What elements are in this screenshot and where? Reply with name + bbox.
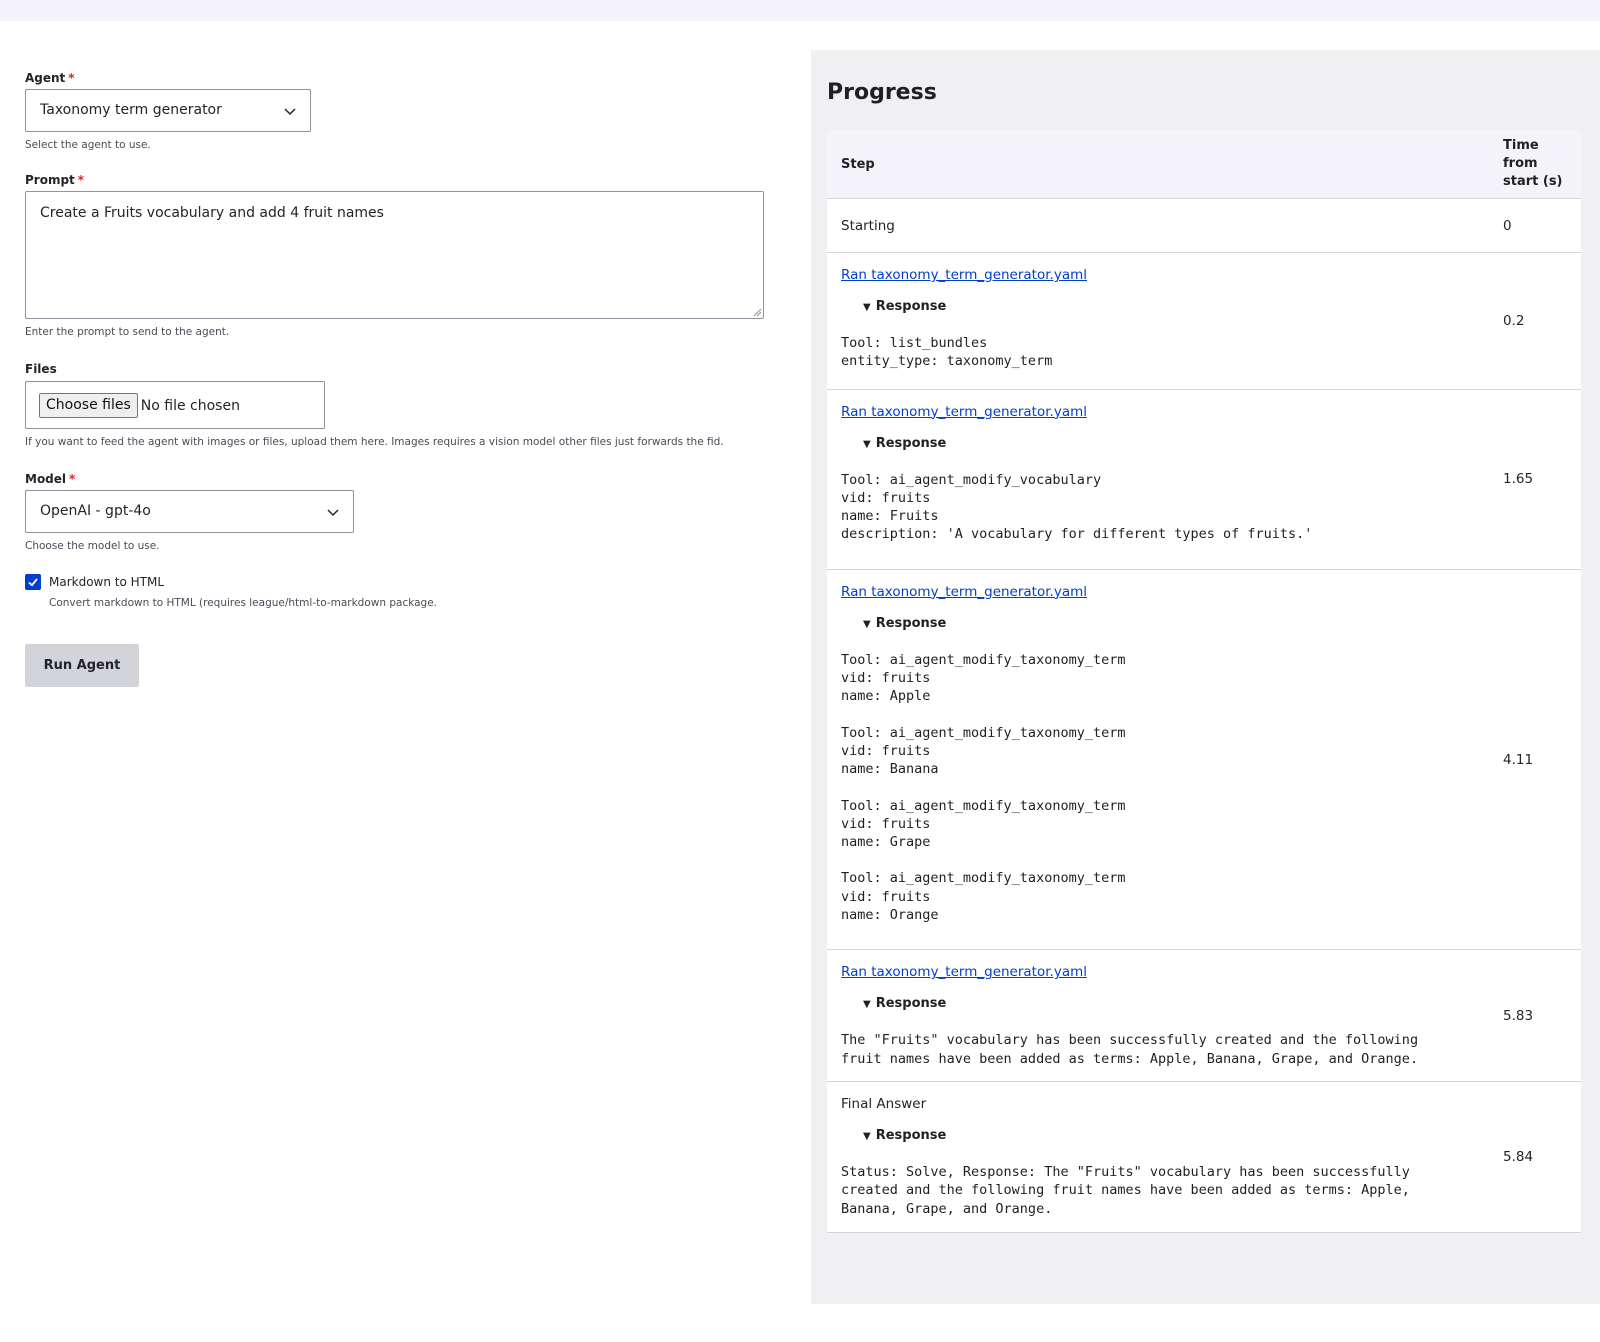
time-value: 0 xyxy=(1503,217,1512,234)
top-bar xyxy=(0,0,1600,21)
model-description: Choose the model to use. xyxy=(25,540,160,552)
table-row: Ran taxonomy_term_generator.yaml ▼ Respon… xyxy=(827,253,1581,390)
triangle-down-icon: ▼ xyxy=(863,618,871,630)
triangle-down-icon: ▼ xyxy=(863,438,871,450)
agent-run-form: Agent * Taxonomy term generator Select th… xyxy=(25,70,785,687)
response-toggle[interactable]: ▼ Response xyxy=(863,616,1503,631)
time-value: 4.11 xyxy=(1503,751,1534,768)
agent-select-value: Taxonomy term generator xyxy=(40,102,222,118)
files-description: If you want to feed the agent with image… xyxy=(25,436,724,448)
checkmark-icon xyxy=(28,578,38,587)
run-agent-button[interactable]: Run Agent xyxy=(25,644,139,687)
prompt-value: Create a Fruits vocabulary and add 4 fru… xyxy=(40,205,384,221)
markdown-option[interactable]: Markdown to HTML xyxy=(25,573,785,591)
response-code: Tool: ai_agent_modify_taxonomy_term vid:… xyxy=(841,651,1126,705)
triangle-down-icon: ▼ xyxy=(863,302,871,313)
table-row: Final Answer ▼ Response Status: Solve, Re… xyxy=(827,1082,1581,1233)
markdown-label: Markdown to HTML xyxy=(49,575,165,589)
response-code: The "Fruits" vocabulary has been success… xyxy=(841,1032,1419,1067)
progress-title: Progress xyxy=(827,80,937,105)
choose-files-button[interactable]: Choose files xyxy=(39,393,138,418)
triangle-down-icon: ▼ xyxy=(863,1130,871,1142)
time-value: 0.2 xyxy=(1503,312,1525,329)
response-toggle[interactable]: ▼ Response xyxy=(863,1128,1503,1143)
step-link[interactable]: Ran taxonomy_term_generator.yaml xyxy=(841,964,1087,980)
time-value: 5.84 xyxy=(1503,1148,1534,1165)
table-row: Ran taxonomy_term_generator.yaml ▼ Respon… xyxy=(827,570,1581,951)
file-upload-field[interactable]: Choose files No file chosen xyxy=(25,381,325,429)
model-select-value: OpenAI - gpt-4o xyxy=(40,503,151,519)
agent-description: Select the agent to use. xyxy=(25,139,151,151)
progress-panel: Progress Step Time from start (s) Starting… xyxy=(811,50,1600,1304)
model-label: Model * xyxy=(25,472,76,486)
response-code: Tool: ai_agent_modify_taxonomy_term vid:… xyxy=(841,724,1126,778)
table-header: Step Time from start (s) xyxy=(827,130,1581,199)
response-toggle[interactable]: ▼ Response xyxy=(863,299,1503,314)
progress-table: Step Time from start (s) Starting 0 Ran ta… xyxy=(827,130,1581,1233)
required-marker: * xyxy=(69,472,76,486)
model-select[interactable]: OpenAI - gpt-4o xyxy=(25,490,354,533)
response-toggle[interactable]: ▼ Response xyxy=(863,996,1503,1011)
prompt-label: Prompt * xyxy=(25,173,85,187)
response-code: Tool: ai_agent_modify_taxonomy_term vid:… xyxy=(841,797,1126,851)
column-header-time: Time from start (s) xyxy=(1503,138,1563,189)
column-header-step: Step xyxy=(841,156,875,172)
response-code: Tool: list_bundles entity_type: taxonomy… xyxy=(841,335,1053,370)
step-link[interactable]: Ran taxonomy_term_generator.yaml xyxy=(841,584,1087,600)
step-link[interactable]: Ran taxonomy_term_generator.yaml xyxy=(841,267,1087,283)
agent-select[interactable]: Taxonomy term generator xyxy=(25,89,311,132)
time-value: 1.65 xyxy=(1503,471,1534,488)
response-toggle[interactable]: ▼ Response xyxy=(863,436,1503,451)
table-row: Starting 0 xyxy=(827,199,1581,253)
file-status: No file chosen xyxy=(140,397,240,414)
step-text: Final Answer xyxy=(841,1095,927,1112)
required-marker: * xyxy=(68,71,75,85)
table-row: Ran taxonomy_term_generator.yaml ▼ Respon… xyxy=(827,390,1581,570)
resize-grip-icon[interactable] xyxy=(752,307,762,317)
time-value: 5.83 xyxy=(1503,1007,1534,1024)
table-row: Ran taxonomy_term_generator.yaml ▼ Respon… xyxy=(827,950,1581,1082)
prompt-textarea[interactable]: Create a Fruits vocabulary and add 4 fru… xyxy=(25,191,764,319)
triangle-down-icon: ▼ xyxy=(863,999,871,1011)
prompt-description: Enter the prompt to send to the agent. xyxy=(25,326,230,338)
chevron-down-icon xyxy=(284,108,296,116)
files-label: Files xyxy=(25,362,57,376)
agent-label: Agent * xyxy=(25,71,75,85)
response-code: Status: Solve, Response: The "Fruits" vo… xyxy=(841,1163,1410,1217)
response-code: Tool: ai_agent_modify_taxonomy_term vid:… xyxy=(841,870,1126,924)
response-code: Tool: ai_agent_modify_vocabulary vid: fr… xyxy=(841,471,1313,543)
step-text: Starting xyxy=(841,218,895,234)
required-marker: * xyxy=(77,173,85,187)
markdown-checkbox[interactable] xyxy=(25,574,41,590)
step-link[interactable]: Ran taxonomy_term_generator.yaml xyxy=(841,404,1087,420)
chevron-down-icon xyxy=(327,509,339,517)
markdown-description: Convert markdown to HTML (requires leagu… xyxy=(49,597,438,609)
